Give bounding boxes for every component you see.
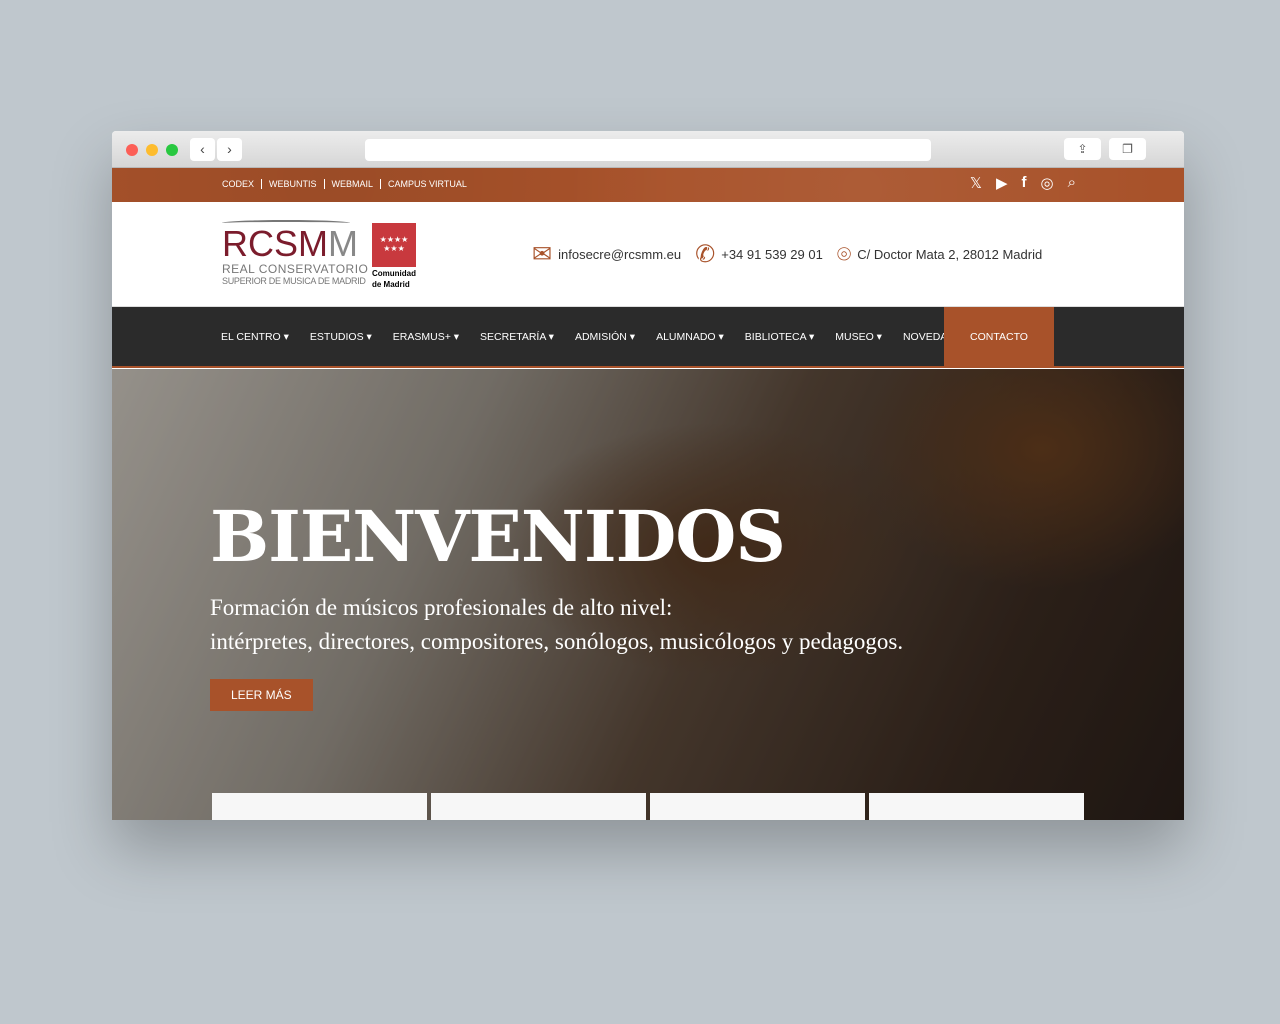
nav-erasmus[interactable]: ERASMUS+ ▾ — [393, 331, 459, 343]
address-bar[interactable] — [365, 139, 931, 161]
browser-window: ‹ › ⇪ ❐ CODEX WEBUNTIS WEBMAIL CAMPUS VI… — [112, 131, 1184, 820]
feature-card[interactable] — [212, 793, 427, 820]
main-nav: EL CENTRO ▾ ESTUDIOS ▾ ERASMUS+ ▾ SECRET… — [112, 307, 1184, 368]
hero-banner: BIENVENIDOS Formación de músicos profesi… — [112, 369, 1184, 820]
maximize-button[interactable] — [166, 144, 178, 156]
hero-title: BIENVENIDOS — [210, 495, 786, 578]
x-icon[interactable]: 𝕏 — [970, 174, 982, 192]
nav-contacto[interactable]: CONTACTO — [944, 307, 1054, 368]
facebook-icon[interactable]: f — [1022, 174, 1027, 192]
close-button[interactable] — [126, 144, 138, 156]
forward-button[interactable]: › — [217, 138, 242, 161]
nav-estudios[interactable]: ESTUDIOS ▾ — [310, 331, 372, 343]
nav-secretaria[interactable]: SECRETARÍA ▾ — [480, 331, 554, 343]
link-campus-virtual[interactable]: CAMPUS VIRTUAL — [380, 179, 474, 189]
cm-line2: de Madrid — [372, 280, 410, 289]
stars-icon: ★★★★ ★★★ — [372, 223, 416, 267]
nav-museo[interactable]: MUSEO ▾ — [835, 331, 882, 343]
cm-line1: Comunidad — [372, 269, 416, 278]
nav-biblioteca[interactable]: BIBLIOTECA ▾ — [745, 331, 814, 343]
logo-text: RCSM — [222, 223, 328, 264]
nav-admision[interactable]: ADMISIÓN ▾ — [575, 331, 635, 343]
link-webuntis[interactable]: WEBUNTIS — [261, 179, 324, 189]
tabs-icon[interactable]: ❐ — [1109, 138, 1146, 160]
phone-link[interactable]: +34 91 539 29 01 — [721, 247, 823, 262]
phone-icon: ✆ — [695, 241, 716, 268]
logo-line1: REAL CONSERVATORIO — [222, 262, 369, 276]
feature-card[interactable] — [869, 793, 1084, 820]
comunidad-madrid-logo[interactable]: ★★★★ ★★★ Comunidad de Madrid — [372, 223, 416, 289]
link-webmail[interactable]: WEBMAIL — [323, 179, 381, 189]
feature-card[interactable] — [431, 793, 646, 820]
instagram-icon[interactable]: ◎ — [1041, 174, 1054, 192]
link-codex[interactable]: CODEX — [222, 179, 261, 189]
rcsmm-logo[interactable]: RCSMM REAL CONSERVATORIO SUPERIOR DE MUS… — [222, 220, 368, 286]
browser-toolbar: ‹ › ⇪ ❐ — [112, 131, 1184, 168]
youtube-icon[interactable]: ▶ — [996, 174, 1008, 192]
minimize-button[interactable] — [146, 144, 158, 156]
share-icon[interactable]: ⇪ — [1064, 138, 1101, 160]
logo-text-end: M — [328, 223, 358, 264]
top-bar: CODEX WEBUNTIS WEBMAIL CAMPUS VIRTUAL 𝕏 … — [112, 168, 1184, 202]
feature-card[interactable] — [650, 793, 865, 820]
nav-alumnado[interactable]: ALUMNADO ▾ — [656, 331, 724, 343]
site-header: RCSMM REAL CONSERVATORIO SUPERIOR DE MUS… — [112, 202, 1184, 307]
hero-subtitle-2: intérpretes, directores, compositores, s… — [210, 629, 904, 654]
address-text: C/ Doctor Mata 2, 28012 Madrid — [857, 247, 1043, 262]
email-link[interactable]: infosecre@rcsmm.eu — [558, 247, 681, 262]
logo-line2: SUPERIOR DE MUSICA DE MADRID — [222, 276, 366, 286]
envelope-icon: ✉ — [532, 241, 553, 268]
nav-el-centro[interactable]: EL CENTRO ▾ — [221, 331, 289, 343]
back-button[interactable]: ‹ — [190, 138, 215, 161]
search-icon[interactable]: ⌕ — [1068, 174, 1076, 192]
leer-mas-button[interactable]: LEER MÁS — [210, 679, 313, 711]
location-pin-icon: ⌾ — [836, 240, 852, 268]
hero-subtitle-1: Formación de músicos profesionales de al… — [210, 595, 673, 620]
